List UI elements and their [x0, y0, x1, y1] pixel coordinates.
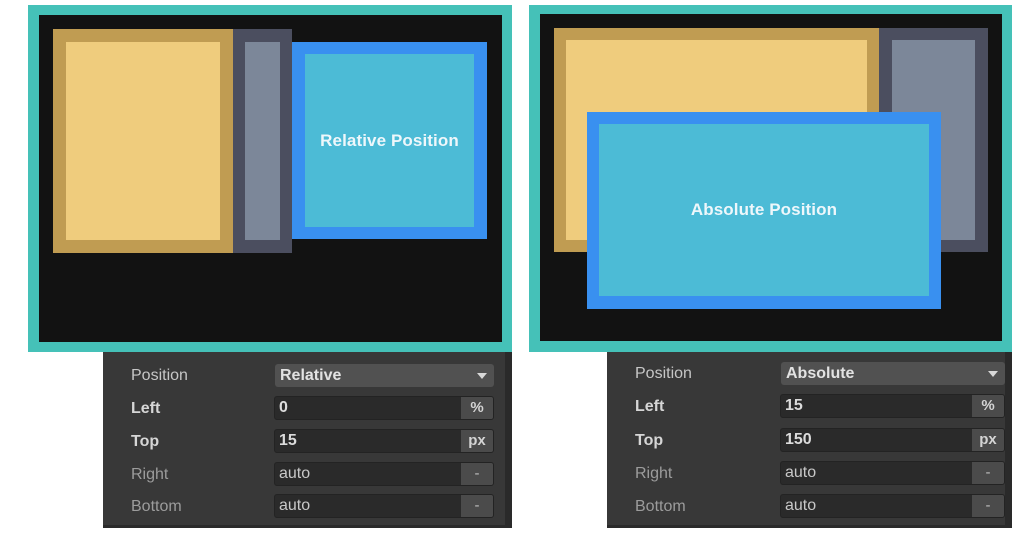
- right-input[interactable]: auto -: [274, 462, 494, 486]
- position-dropdown-value: Absolute: [786, 365, 855, 382]
- left-input-value: 0: [279, 399, 288, 416]
- left-input[interactable]: 0 %: [274, 396, 494, 420]
- chevron-down-icon: [988, 371, 998, 377]
- bottom-input[interactable]: auto -: [780, 494, 1005, 518]
- top-label: Top: [131, 433, 160, 450]
- position-dropdown-value: Relative: [280, 367, 342, 384]
- bottom-unit-button[interactable]: -: [972, 495, 1004, 517]
- top-input[interactable]: 150 px: [780, 428, 1005, 452]
- right-input-value: auto: [279, 465, 311, 482]
- yellow-element[interactable]: [53, 29, 233, 253]
- gray-element[interactable]: [233, 29, 292, 253]
- left-unit-button[interactable]: %: [972, 395, 1004, 417]
- relative-position-content: Relative Position: [305, 54, 474, 227]
- absolute-position-label: Absolute Position: [690, 200, 838, 219]
- top-input[interactable]: 15 px: [274, 429, 494, 453]
- absolute-position-element[interactable]: Absolute Position: [587, 112, 941, 309]
- bottom-input-value: auto: [785, 497, 817, 514]
- position-dropdown[interactable]: Relative: [275, 364, 494, 387]
- position-dropdown[interactable]: Absolute: [781, 362, 1005, 385]
- left-input-value: 15: [785, 397, 803, 414]
- right-input[interactable]: auto -: [780, 461, 1005, 485]
- right-input-value: auto: [785, 464, 817, 481]
- left-unit-button[interactable]: %: [461, 397, 493, 419]
- bottom-input-value: auto: [279, 497, 311, 514]
- top-unit-button[interactable]: px: [461, 430, 493, 452]
- position-label: Position: [635, 365, 692, 382]
- absolute-position-content: Absolute Position: [599, 124, 929, 296]
- bottom-unit-button[interactable]: -: [461, 495, 493, 517]
- left-label: Left: [131, 400, 161, 417]
- chevron-down-icon: [477, 373, 487, 379]
- top-input-value: 15: [279, 432, 297, 449]
- bottom-label: Bottom: [131, 498, 182, 515]
- yellow-element-content: [66, 42, 220, 240]
- right-unit-button[interactable]: -: [461, 463, 493, 485]
- left-input[interactable]: 15 %: [780, 394, 1005, 418]
- top-input-value: 150: [785, 431, 812, 448]
- top-label: Top: [635, 432, 664, 449]
- right-label: Right: [635, 465, 673, 482]
- relative-position-element[interactable]: Relative Position: [292, 42, 487, 239]
- gray-element-content: [245, 42, 280, 240]
- top-unit-button[interactable]: px: [972, 429, 1004, 451]
- position-label: Position: [131, 367, 188, 384]
- right-label: Right: [131, 466, 169, 483]
- bottom-label: Bottom: [635, 498, 686, 515]
- right-unit-button[interactable]: -: [972, 462, 1004, 484]
- left-label: Left: [635, 398, 665, 415]
- bottom-input[interactable]: auto -: [274, 494, 494, 518]
- relative-position-label: Relative Position: [320, 130, 459, 150]
